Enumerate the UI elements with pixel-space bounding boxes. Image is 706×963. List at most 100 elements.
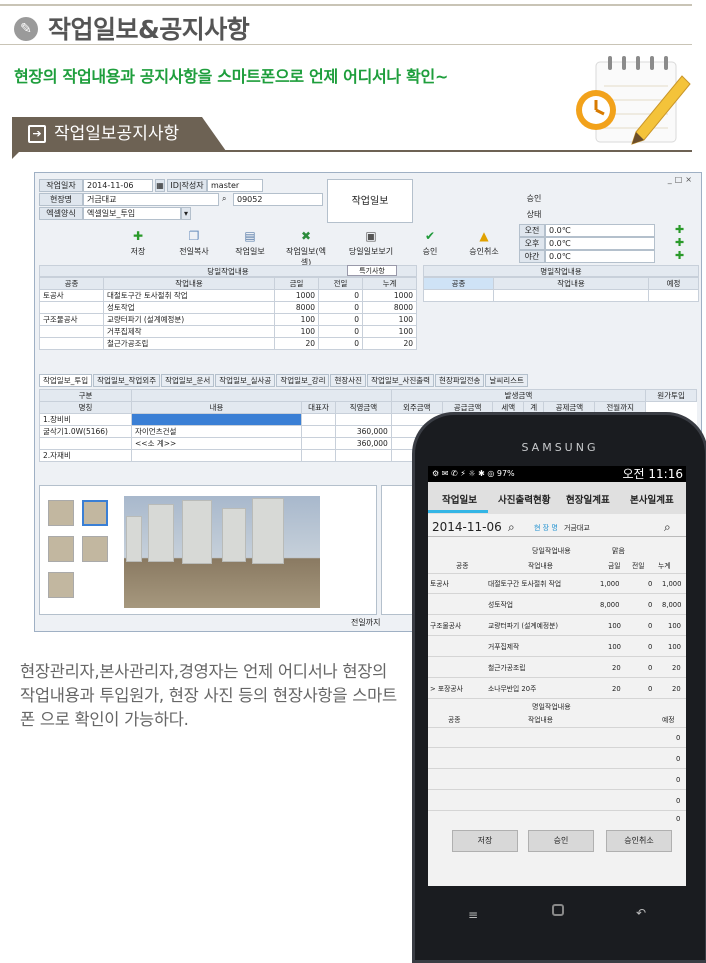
page-title: 작업일보&공지사항 xyxy=(48,15,250,44)
copy-prev-button[interactable]: ❐ 전일복사 xyxy=(169,229,219,257)
cancel-approve-button[interactable]: ▲ 승인취소 xyxy=(459,229,509,257)
photo-thumbnail[interactable] xyxy=(82,500,108,526)
warning-icon: ▲ xyxy=(479,229,489,243)
table-row[interactable]: 토공사 대절토구간 토사절취 작업 1000 0 1000 xyxy=(39,289,417,302)
form-title: 작업일보 xyxy=(327,179,413,223)
tab-weather-list[interactable]: 날씨리스트 xyxy=(485,374,528,387)
tab-strip: 작업일보_투입 작업일보_작업외주 작업일보_운서 작업일보_실사공 작업일보_강리 현장… xyxy=(39,374,529,387)
save-button[interactable]: ✚ 저장 xyxy=(113,229,163,257)
excel-label: 엑셀양식 xyxy=(39,207,83,220)
menu-icon[interactable]: ≡ xyxy=(468,908,478,922)
divider xyxy=(428,536,686,537)
phone-header-row: 공종 작업내용 금일 전일 누계 xyxy=(428,558,686,574)
status-time: 오전 11:16 xyxy=(622,467,683,481)
status-bar: ⚙ ✉ ✆ ⚡ ☼ ✱ ◎ 97% 오전 11:16 xyxy=(428,466,686,482)
tomorrow-work-grid: 공종 작업내용 예정 xyxy=(423,277,699,302)
photo-thumbnail[interactable] xyxy=(48,500,74,526)
back-icon[interactable]: ↶ xyxy=(636,906,646,920)
brand-label: SAMSUNG xyxy=(521,441,599,454)
calendar-icon[interactable]: ▦ xyxy=(155,179,165,192)
status-icons: ⚙ ✉ ✆ ⚡ ☼ ✱ ◎ xyxy=(432,469,497,478)
table-row[interactable]: 구조물공사 교량터파기 (설계예정분) 100 0 100 xyxy=(428,616,686,636)
site-code-field[interactable]: 09052 xyxy=(233,193,323,206)
table-row[interactable]: 철근가공조립 20 0 20 xyxy=(428,658,686,678)
am-temp[interactable]: 0.0℃ xyxy=(545,224,655,237)
view-today-button[interactable]: ▣ 당일일보보기 xyxy=(341,229,401,257)
window-controls[interactable]: _□× xyxy=(668,175,695,184)
copy-icon: ❐ xyxy=(188,229,200,243)
site-photo[interactable] xyxy=(124,496,320,608)
tab-work-manage[interactable]: 작업일보_강리 xyxy=(276,374,330,387)
today-work-title: 당일작업내용 xyxy=(532,547,571,555)
daily-report-button[interactable]: ▤ 작업일보 xyxy=(225,229,275,257)
photo-thumbnail[interactable] xyxy=(48,572,74,598)
search-icon[interactable]: ⌕ xyxy=(508,520,515,535)
home-icon[interactable] xyxy=(552,904,564,916)
table-row[interactable] xyxy=(423,289,699,302)
site-field[interactable]: 거금대교 xyxy=(83,193,219,206)
table-row[interactable]: 성토작업 8000 0 8000 xyxy=(39,301,417,314)
am-label: 오전 xyxy=(519,224,545,237)
page-subtitle: 현장의 작업내용과 공지사항을 스마트폰으로 언제 어디서나 확인~ xyxy=(14,67,449,86)
table-row[interactable]: 토공사 대절토구간 토사절취 작업 1,000 0 1,000 xyxy=(428,574,686,594)
photo-thumbnail[interactable] xyxy=(82,536,108,562)
tomorrow-work-title: 명일작업내용 xyxy=(532,703,571,711)
work-date-field[interactable]: 2014-11-06 xyxy=(83,179,153,192)
list-item[interactable]: 0 xyxy=(428,728,686,748)
tab-hq-ledger[interactable]: 본사일계표 xyxy=(630,492,674,506)
id-field[interactable]: master xyxy=(207,179,263,192)
site-label: 현 장 명 xyxy=(534,524,558,532)
top-rule xyxy=(0,4,692,6)
phone-screen: ⚙ ✉ ✆ ⚡ ☼ ✱ ◎ 97% 오전 11:16 작업일보 사진출력현황 현… xyxy=(428,466,686,886)
active-tab-indicator xyxy=(428,510,488,513)
excel-report-button[interactable]: ✖ 작업일보(엑셀) xyxy=(281,229,331,268)
approve-button[interactable]: ✔ 승인 xyxy=(405,229,455,257)
pm-label: 오후 xyxy=(519,237,545,250)
table-row[interactable]: 성토작업 8,000 0 8,000 xyxy=(428,595,686,615)
view-icon: ▣ xyxy=(365,229,377,243)
phone-save-button[interactable]: 저장 xyxy=(452,830,518,852)
list-item[interactable]: 0 xyxy=(428,749,686,769)
arrow-box-icon: ➔ xyxy=(28,125,46,143)
tab-site-photo[interactable]: 현장사진 xyxy=(330,374,367,387)
phone-cancel-approve-button[interactable]: 승인취소 xyxy=(606,830,672,852)
site-photo-panel xyxy=(39,485,377,615)
table-row[interactable]: 구조물공사 교량터파기 (설계예정분) 100 0 100 xyxy=(39,313,417,326)
tab-site-ledger[interactable]: 현장일계표 xyxy=(566,492,610,506)
list-item[interactable]: 0 xyxy=(428,791,686,811)
tab-file-transfer[interactable]: 현장파일전송 xyxy=(435,374,485,387)
tab-photo-status[interactable]: 사진출력현황 xyxy=(498,492,550,506)
list-item[interactable]: 0 xyxy=(428,812,686,826)
tab-work-input[interactable]: 작업일보_투입 xyxy=(39,374,93,387)
chevron-down-icon[interactable]: ▾ xyxy=(181,207,191,220)
tab-daily-report[interactable]: 작업일보 xyxy=(442,492,477,506)
tab-work-subcontract[interactable]: 작업일보_작업외주 xyxy=(93,374,161,387)
date-field[interactable]: 2014-11-06 xyxy=(432,520,502,534)
grid-header-row: 공종 작업내용 금일 전일 누계 xyxy=(39,277,417,290)
table-row[interactable]: > 포장공사 소나무반입 20주 20 0 20 xyxy=(428,679,686,699)
phone-approve-button[interactable]: 승인 xyxy=(528,830,594,852)
table-row[interactable]: 철근가공조립 20 0 20 xyxy=(39,337,417,350)
tab-work-doc[interactable]: 작업일보_운서 xyxy=(161,374,215,387)
report-icon: ▤ xyxy=(244,229,256,243)
search-icon[interactable]: ⌕ xyxy=(664,520,671,535)
special-notes-button[interactable]: 특기사항 xyxy=(347,265,397,276)
status-label: 상태 xyxy=(526,210,542,219)
section-tab-label: 작업일보공지사항 xyxy=(54,124,180,144)
check-icon: ✔ xyxy=(424,229,436,243)
section-tab: ➔ 작업일보공지사항 xyxy=(12,117,226,151)
tab-photo-print[interactable]: 작업일보_사진출력 xyxy=(367,374,435,387)
excel-select[interactable]: 엑셀일보_투입 xyxy=(83,207,181,220)
tab-work-actual[interactable]: 작업일보_실사공 xyxy=(215,374,276,387)
work-date-label: 작업일자 xyxy=(39,179,83,192)
list-item[interactable]: 0 xyxy=(428,770,686,790)
section-rule xyxy=(12,150,692,152)
search-icon[interactable]: ⌕ xyxy=(219,193,233,206)
table-row[interactable]: 거푸집제작 100 0 100 xyxy=(39,325,417,338)
table-row[interactable]: 거푸집제작 100 0 100 xyxy=(428,637,686,657)
photo-thumbnail[interactable] xyxy=(48,536,74,562)
pm-temp[interactable]: 0.0℃ xyxy=(545,237,655,250)
notebook-clock-icon xyxy=(576,56,691,145)
night-temp[interactable]: 0.0℃ xyxy=(545,250,655,263)
add-plus-icons[interactable]: ✚ ✚ ✚ xyxy=(675,223,684,262)
